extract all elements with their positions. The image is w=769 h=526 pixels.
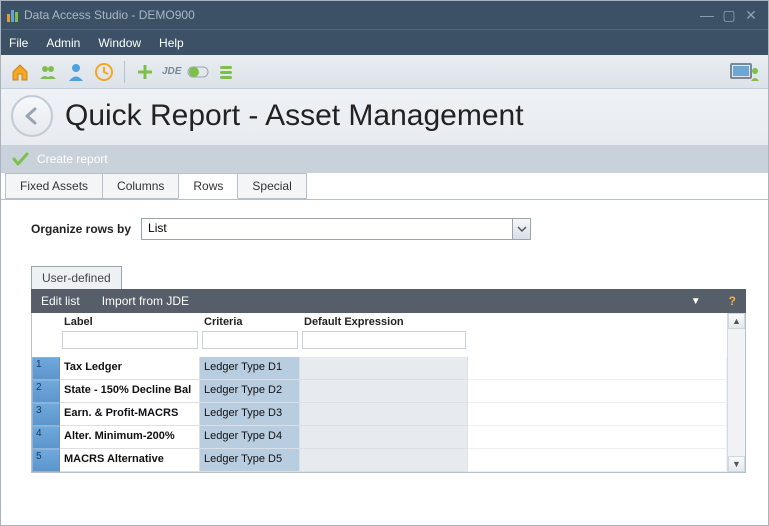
cell-label[interactable]: Alter. Minimum-200% [60,426,200,449]
screen-user-icon[interactable] [730,61,760,83]
grid: Label Criteria Default Expression 1 Tax … [31,313,746,473]
clock-icon[interactable] [93,61,115,83]
cell-label[interactable]: MACRS Alternative [60,449,200,472]
substep-label[interactable]: Create report [37,152,108,166]
toolbar-separator [124,61,125,83]
cell-defexp[interactable] [300,449,468,472]
check-icon [11,150,29,168]
maximize-button[interactable]: ▢ [718,7,740,24]
menu-file[interactable]: File [9,36,28,50]
cell-defexp[interactable] [300,357,468,380]
cell-criteria[interactable]: Ledger Type D1 [200,357,300,380]
rows-panel: Organize rows by List User-defined Edit … [1,200,768,477]
organize-rows-combo[interactable]: List [141,218,531,240]
vertical-scrollbar[interactable]: ▲ ▼ [727,313,745,472]
table-row[interactable]: 5 MACRS Alternative Ledger Type D5 [32,449,727,472]
chevron-down-icon[interactable] [512,219,530,239]
filter-defexp-input[interactable] [302,331,466,349]
import-jde-link[interactable]: Import from JDE [102,294,189,308]
scroll-down-icon[interactable]: ▼ [728,456,745,472]
scroll-up-icon[interactable]: ▲ [728,313,745,329]
toggle-icon[interactable] [187,61,209,83]
col-header-criteria[interactable]: Criteria [200,313,300,330]
tab-columns[interactable]: Columns [102,173,179,199]
stack-icon[interactable] [215,61,237,83]
cell-defexp[interactable] [300,380,468,403]
page-header: Quick Report - Asset Management [1,89,768,145]
menu-admin[interactable]: Admin [46,36,80,50]
row-number[interactable]: 1 [32,357,60,380]
cell-criteria[interactable]: Ledger Type D5 [200,449,300,472]
substep-bar: Create report [1,145,768,173]
organize-rows-row: Organize rows by List [31,218,746,240]
title-bar: Data Access Studio - DEMO900 — ▢ ✕ [1,1,768,29]
tab-row: Fixed Assets Columns Rows Special [1,173,768,200]
main-toolbar: JDE [1,55,768,89]
page-title: Quick Report - Asset Management [65,99,524,133]
dropdown-icon[interactable]: ▼ [691,296,701,307]
table-row[interactable]: 1 Tax Ledger Ledger Type D1 [32,357,727,380]
help-icon[interactable]: ? [729,294,736,308]
home-icon[interactable] [9,61,31,83]
users-icon[interactable] [37,61,59,83]
row-number[interactable]: 3 [32,403,60,426]
minimize-button[interactable]: — [696,7,718,23]
user-icon[interactable] [65,61,87,83]
cell-defexp[interactable] [300,403,468,426]
table-row[interactable]: 3 Earn. & Profit-MACRS Ledger Type D3 [32,403,727,426]
filter-criteria-input[interactable] [202,331,298,349]
back-button[interactable] [11,95,53,137]
grid-toolbar: Edit list Import from JDE ▼ ? [31,289,746,313]
filter-label-input[interactable] [62,331,198,349]
edit-list-link[interactable]: Edit list [41,294,80,308]
grid-header-row: Label Criteria Default Expression [32,313,727,330]
row-number[interactable]: 4 [32,426,60,449]
add-icon[interactable] [134,61,156,83]
table-row[interactable]: 2 State - 150% Decline Bal Ledger Type D… [32,380,727,403]
organize-rows-value: List [142,219,512,239]
col-header-label[interactable]: Label [60,313,200,330]
cell-defexp[interactable] [300,426,468,449]
app-logo-icon [7,8,18,22]
row-number[interactable]: 5 [32,449,60,472]
grid-filter-row [32,330,727,357]
cell-criteria[interactable]: Ledger Type D3 [200,403,300,426]
menu-help[interactable]: Help [159,36,184,50]
cell-label[interactable]: Earn. & Profit-MACRS [60,403,200,426]
menu-window[interactable]: Window [98,36,141,50]
cell-criteria[interactable]: Ledger Type D2 [200,380,300,403]
subtab-user-defined[interactable]: User-defined [31,266,122,289]
window-title: Data Access Studio - DEMO900 [24,8,195,22]
menu-bar: File Admin Window Help [1,29,768,55]
col-header-defexp[interactable]: Default Expression [300,313,468,330]
tab-rows[interactable]: Rows [178,173,238,199]
table-row[interactable]: 4 Alter. Minimum-200% Ledger Type D4 [32,426,727,449]
organize-rows-label: Organize rows by [31,222,131,236]
tab-fixed-assets[interactable]: Fixed Assets [5,173,103,199]
row-number[interactable]: 2 [32,380,60,403]
subtab-row: User-defined [31,266,746,289]
jde-icon[interactable]: JDE [162,61,181,83]
tab-special[interactable]: Special [237,173,306,199]
close-button[interactable]: ✕ [740,7,762,24]
cell-label[interactable]: Tax Ledger [60,357,200,380]
cell-criteria[interactable]: Ledger Type D4 [200,426,300,449]
cell-label[interactable]: State - 150% Decline Bal [60,380,200,403]
